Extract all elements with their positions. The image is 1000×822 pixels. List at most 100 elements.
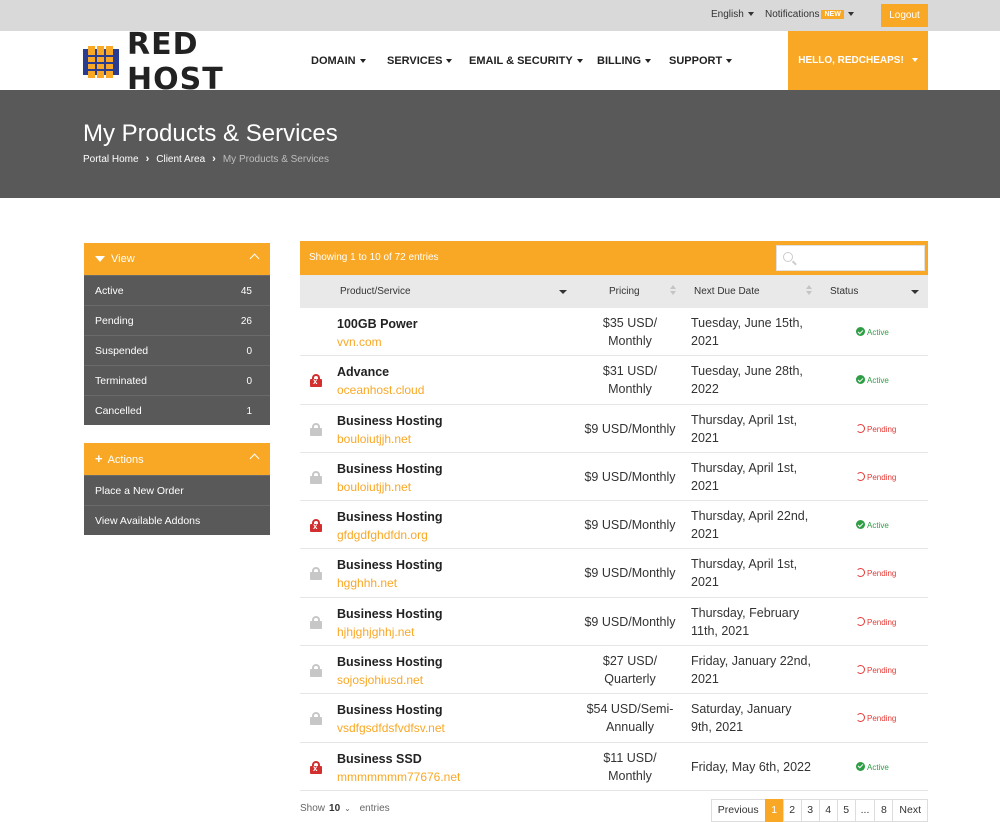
status-badge: Pending [856,568,896,578]
chevron-down-icon [645,59,651,64]
nav-support[interactable]: SUPPORT [669,55,733,67]
lock-icon [310,664,322,678]
filter-terminated[interactable]: Terminated 0 [84,365,270,395]
product-domain[interactable]: bouloiutjjh.net [337,432,411,446]
page-length-select[interactable]: 10 [329,803,340,814]
product-name[interactable]: Business SSD [337,752,422,766]
breadcrumb-client-area[interactable]: Client Area [156,154,205,165]
filter-pending[interactable]: Pending 26 [84,305,270,335]
nav-billing[interactable]: BILLING [597,55,651,67]
product-pricing: $9 USD/Monthly [574,420,686,438]
status-badge: Pending [856,665,896,675]
sort-desc-icon[interactable] [911,290,919,294]
product-name[interactable]: Business Hosting [337,510,443,524]
product-name[interactable]: Business Hosting [337,414,443,428]
nav-email-security[interactable]: EMAIL & SECURITY [469,55,583,67]
breadcrumb-portal-home[interactable]: Portal Home [83,154,139,165]
product-domain[interactable]: vsdfgsdfdsfvdfsv.net [337,721,445,735]
table-row[interactable]: Business Hosting bouloiutjjh.net $9 USD/… [300,452,928,502]
pagination-next[interactable]: Next [892,799,928,822]
product-domain[interactable]: oceanhost.cloud [337,383,424,397]
filter-suspended[interactable]: Suspended 0 [84,335,270,365]
nav-services[interactable]: SERVICES [387,55,453,67]
table-row[interactable]: Business Hosting hgghhh.net $9 USD/Month… [300,549,928,598]
product-name[interactable]: 100GB Power [337,317,418,331]
view-panel-header[interactable]: View [84,243,270,275]
product-name[interactable]: Business Hosting [337,703,443,717]
table-row[interactable]: Business Hosting sojosjohiusd.net $27 US… [300,646,928,695]
pagination-page[interactable]: 4 [818,799,838,822]
nav-domain[interactable]: DOMAIN [311,55,366,67]
status-label: Active [867,376,889,386]
table-row[interactable]: Advance oceanhost.cloud $31 USD/ Monthly… [300,356,928,405]
product-domain[interactable]: sojosjohiusd.net [337,673,423,687]
product-domain[interactable]: mmmmmmm77676.net [337,770,460,784]
plus-icon: + [95,451,103,466]
filter-active[interactable]: Active 45 [84,275,270,305]
action-place-new-order[interactable]: Place a New Order [84,475,270,505]
product-name[interactable]: Business Hosting [337,462,443,476]
status-label: Pending [867,569,897,579]
nav-label: SUPPORT [669,55,723,67]
product-domain[interactable]: hjhjghjghhj.net [337,625,414,639]
sort-icon[interactable] [670,285,676,297]
pricing-line: $11 USD/ [603,750,657,765]
sort-icon[interactable] [806,285,812,297]
pricing-line: $9 USD/Monthly [584,566,676,581]
lock-icon [310,567,322,581]
pagination-page[interactable]: 5 [836,799,856,822]
product-domain[interactable]: hgghhh.net [337,576,397,590]
due-line: 2021 [691,430,719,445]
language-selector[interactable]: English [711,9,754,20]
actions-panel-header[interactable]: + Actions [84,443,270,475]
product-domain[interactable]: vvn.com [337,335,382,349]
actions-panel: + Actions Place a New Order View Availabl… [84,443,270,535]
table-row[interactable]: Business Hosting hjhjghjghhj.net $9 USD/… [300,597,928,647]
header-product-service[interactable]: Product/Service [340,286,411,297]
lock-icon [310,422,322,436]
header-next-due-date[interactable]: Next Due Date [694,286,760,297]
status-label: Pending [867,424,897,434]
product-name[interactable]: Business Hosting [337,558,443,572]
header-status[interactable]: Status [830,286,858,297]
logout-button[interactable]: Logout [881,4,928,27]
status-badge: Pending [856,423,897,434]
table-search[interactable] [776,245,925,275]
chevron-down-icon[interactable]: ⌄ [344,804,351,813]
product-domain[interactable]: bouloiutjjh.net [337,480,411,494]
pagination-page[interactable]: 1 [764,799,784,822]
logo[interactable]: RED HOST [83,27,283,97]
action-view-addons[interactable]: View Available Addons [84,505,270,535]
table-row[interactable]: Business Hosting vsdfgsdfdsfvdfsv.net $5… [300,694,928,743]
filter-label: Suspended [95,345,149,357]
table-row[interactable]: Business Hosting gfdgdfghdfdn.org $9 USD… [300,501,928,550]
chevron-right-icon: › [212,153,216,165]
table-row[interactable]: Business Hosting bouloiutjjh.net $9 USD/… [300,404,928,453]
pagination-page[interactable]: 2 [782,799,802,822]
search-input[interactable] [777,250,924,275]
pagination-previous[interactable]: Previous [710,799,766,822]
sort-desc-icon[interactable] [559,290,567,294]
pricing-line: $9 USD/Monthly [584,518,676,533]
status-badge: Pending [856,713,896,723]
due-line: 11th, 2021 [691,623,750,638]
table-row[interactable]: Business SSD mmmmmmm77676.net $11 USD/ M… [300,742,928,791]
language-label: English [711,9,744,20]
pending-clock-icon [856,713,865,723]
chevron-up-icon[interactable] [249,453,260,464]
pagination-page[interactable]: 8 [874,799,894,822]
product-domain[interactable]: gfdgdfghdfdn.org [337,528,428,542]
product-name[interactable]: Advance [337,365,389,379]
filter-cancelled[interactable]: Cancelled 1 [84,395,270,425]
pagination-page[interactable]: 3 [800,799,820,822]
user-menu[interactable]: HELLO, REDCHEAPS! [788,31,928,90]
pending-clock-icon [856,568,865,578]
due-line: Tuesday, June 15th, [691,316,803,330]
header-pricing[interactable]: Pricing [609,286,640,297]
chevron-up-icon[interactable] [249,253,260,264]
notifications-menu[interactable]: Notifications NEW [765,9,854,20]
table-row[interactable]: 100GB Power vvn.com $35 USD/ Monthly Tue… [300,308,928,357]
filter-label: Terminated [95,375,147,387]
product-name[interactable]: Business Hosting [337,607,443,621]
product-name[interactable]: Business Hosting [337,655,443,669]
